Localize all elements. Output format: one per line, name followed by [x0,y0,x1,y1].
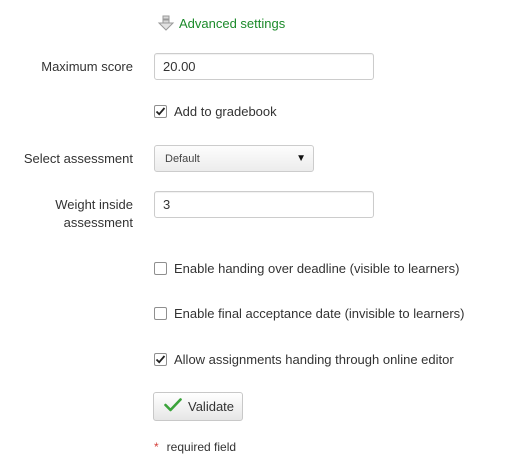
max-score-input[interactable] [154,53,374,80]
online-editor-row[interactable]: Allow assignments handing through online… [154,352,454,367]
weight-input[interactable] [154,191,374,218]
advanced-settings-link[interactable]: Advanced settings [157,14,285,32]
required-text: required field [166,440,237,454]
online-editor-checkbox[interactable] [154,353,167,366]
handing-over-deadline-label: Enable handing over deadline (visible to… [174,261,460,276]
weight-label: Weight inside assessment [0,196,133,232]
final-acceptance-row[interactable]: Enable final acceptance date (invisible … [154,306,465,321]
arrow-down-icon [157,14,175,32]
weight-label-line2: assessment [63,215,133,230]
add-to-gradebook-row[interactable]: Add to gradebook [154,104,277,119]
add-to-gradebook-label: Add to gradebook [174,104,277,119]
select-assessment-value: Default [165,152,200,165]
select-assessment-dropdown[interactable]: Default ▼ [154,145,314,172]
online-editor-label: Allow assignments handing through online… [174,352,454,367]
final-acceptance-checkbox[interactable] [154,307,167,320]
required-note: * required field [154,440,236,454]
weight-label-line1: Weight inside [55,197,133,212]
required-star: * [154,440,159,454]
select-assessment-label: Select assessment [23,151,133,166]
validate-button[interactable]: Validate [153,392,243,421]
handing-over-deadline-row[interactable]: Enable handing over deadline (visible to… [154,261,459,276]
advanced-settings-label: Advanced settings [179,15,286,31]
handing-over-deadline-checkbox[interactable] [154,262,167,275]
caret-down-icon: ▼ [296,153,306,164]
final-acceptance-label: Enable final acceptance date (invisible … [174,306,465,321]
validate-label: Validate [188,399,235,414]
add-to-gradebook-checkbox[interactable] [154,105,167,118]
checkmark-icon [164,398,182,415]
max-score-label: Maximum score [41,59,133,74]
